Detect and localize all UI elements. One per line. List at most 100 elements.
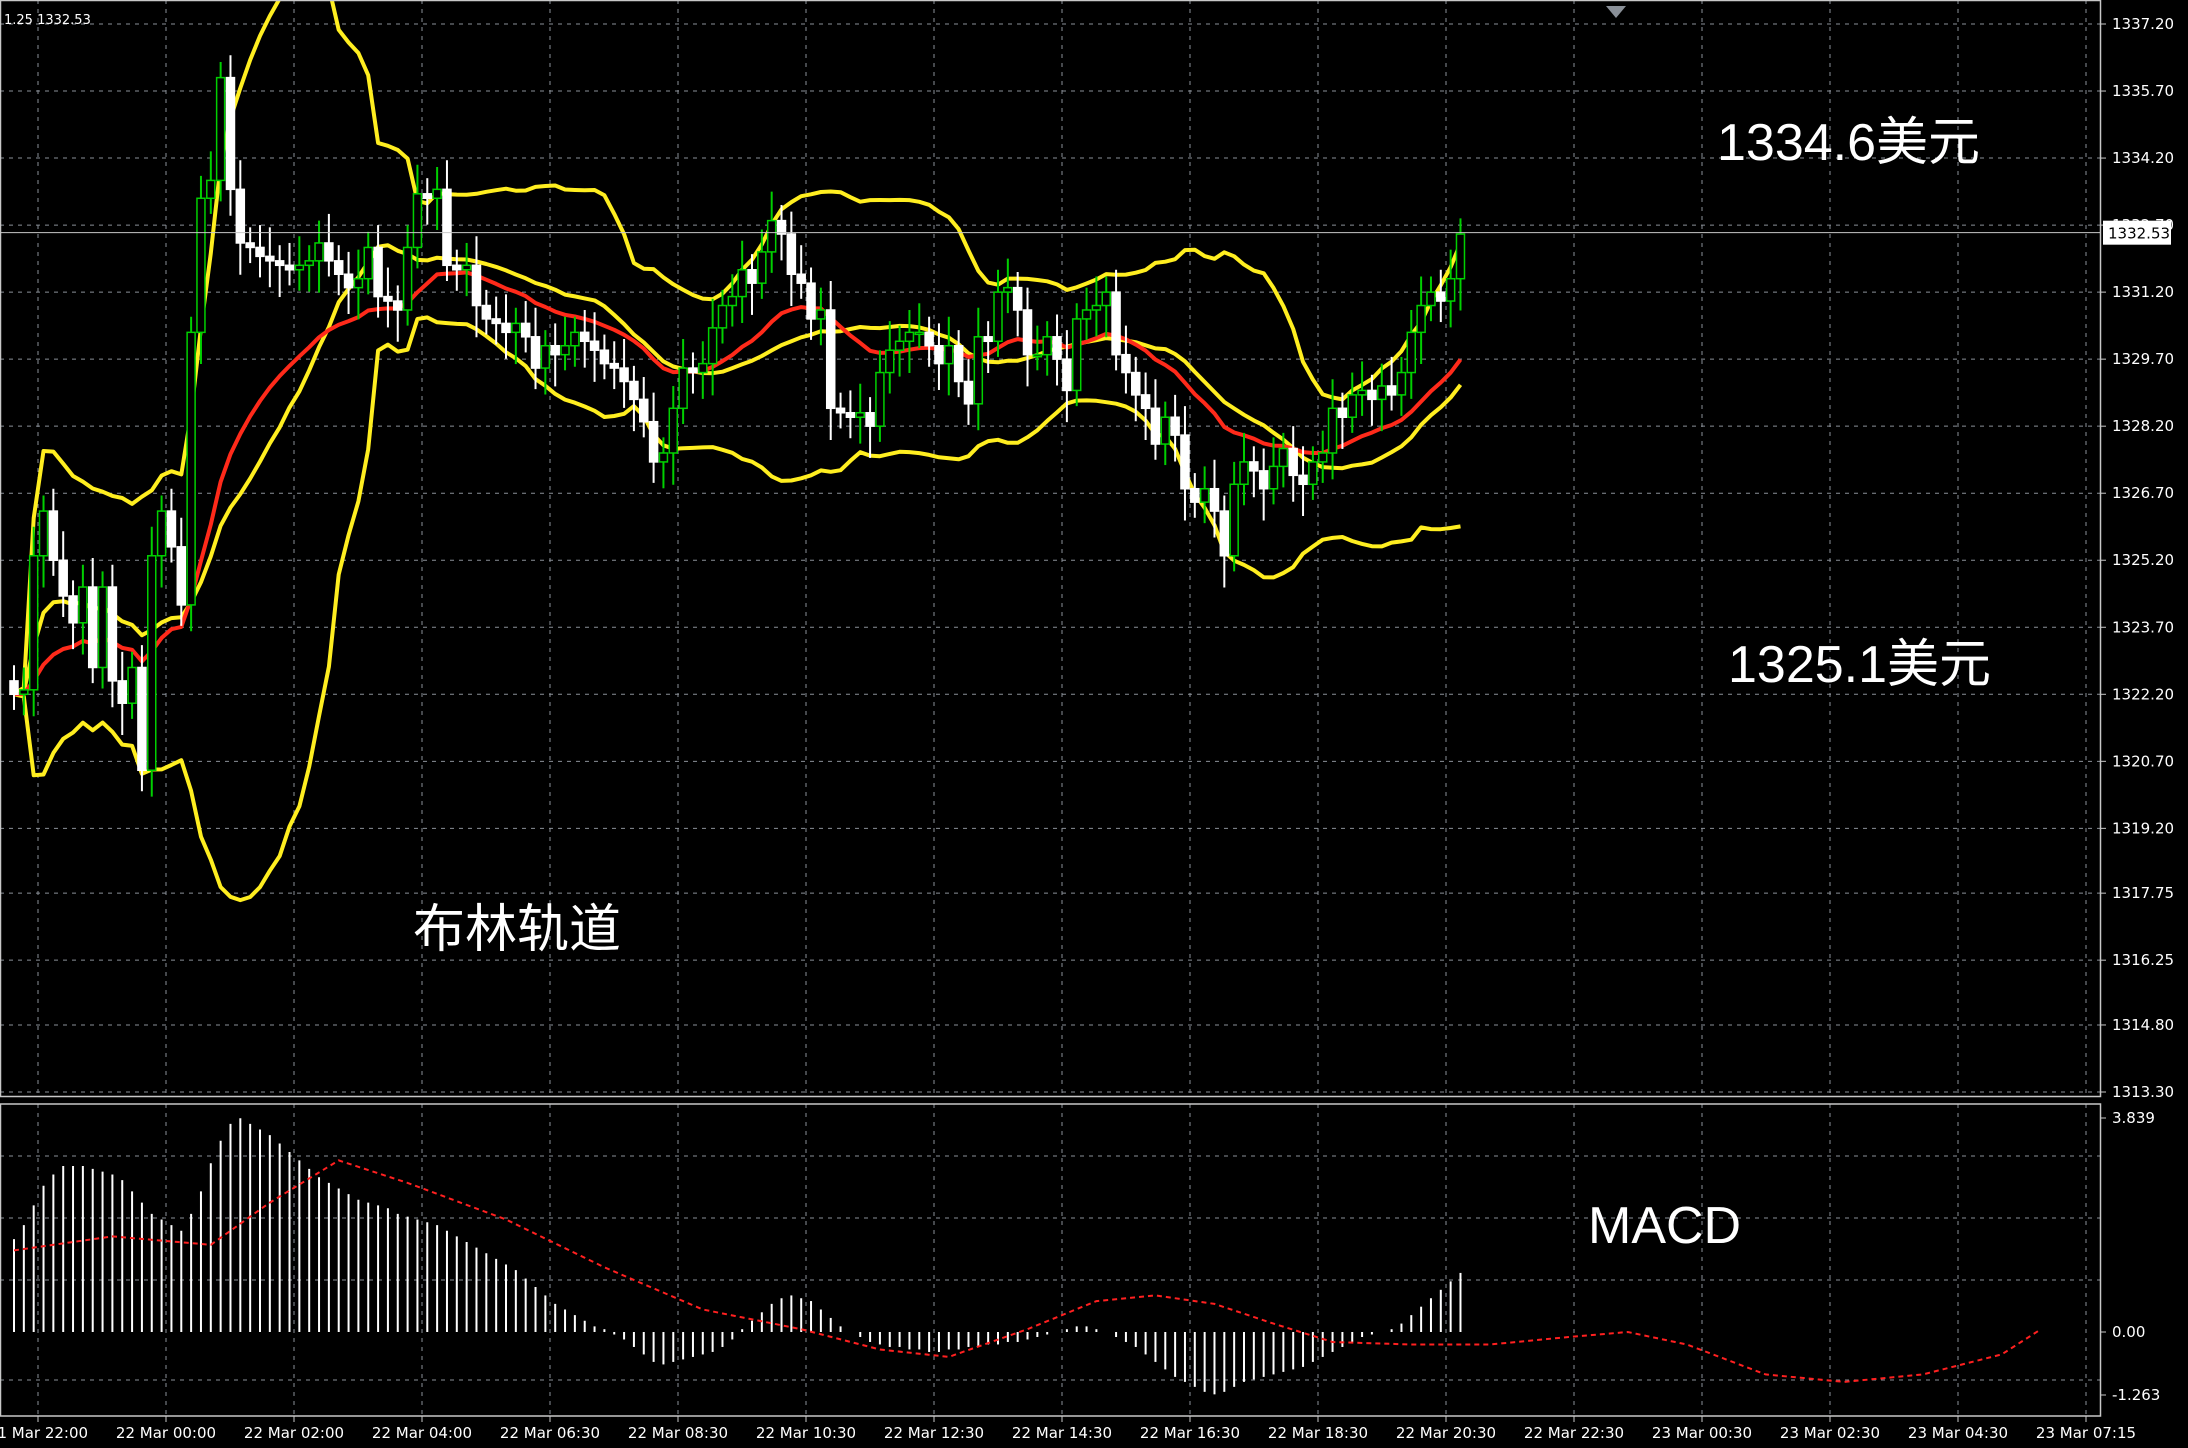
candle-body — [324, 242, 334, 262]
candle-body — [442, 188, 452, 267]
candle-body — [1347, 394, 1357, 418]
candle-body — [1436, 291, 1446, 302]
y-tick-label: 1335.70 — [2112, 82, 2174, 100]
candle — [314, 220, 324, 293]
candle-body — [658, 452, 669, 463]
candle — [186, 316, 196, 632]
candle-body — [609, 362, 619, 369]
candle-body — [412, 193, 423, 249]
candle-body — [648, 420, 659, 463]
macd-y-tick-label: 0.00 — [2112, 1323, 2145, 1341]
candle-body — [1337, 407, 1348, 418]
candle-body — [1022, 309, 1033, 356]
candle-body — [885, 349, 895, 374]
y-tick-label: 1334.20 — [2112, 149, 2174, 167]
candle — [648, 392, 659, 483]
candle-body — [1121, 353, 1131, 374]
candle — [845, 390, 856, 439]
candle-body — [786, 233, 797, 275]
candle-body — [904, 331, 915, 343]
candle — [885, 321, 895, 394]
candle — [471, 236, 482, 338]
candle — [599, 334, 610, 380]
candle-body — [393, 300, 403, 311]
candle-body — [835, 407, 846, 414]
candle-body — [1012, 286, 1023, 311]
candle — [944, 316, 954, 396]
candle — [353, 249, 364, 320]
candle-body — [225, 76, 236, 191]
candle-body — [707, 327, 718, 365]
candle — [520, 301, 531, 353]
candle — [1288, 426, 1298, 502]
candle-body — [1396, 371, 1407, 396]
x-tick-label: 22 Mar 20:30 — [1396, 1424, 1496, 1442]
candle-body — [1032, 353, 1043, 358]
candle-body — [1317, 452, 1328, 463]
shift-marker-icon[interactable] — [1606, 6, 1626, 18]
candle-body — [747, 269, 757, 284]
candle-body — [855, 412, 865, 418]
candle — [1081, 287, 1092, 340]
x-tick-label: 22 Mar 10:30 — [756, 1424, 856, 1442]
candle-body — [1071, 318, 1082, 392]
candle — [1317, 430, 1328, 483]
trading-chart[interactable]: 1337.201335.701334.201332.701331.201329.… — [0, 0, 2188, 1448]
candle — [560, 316, 570, 371]
candle-body — [1416, 304, 1426, 334]
candle-body — [383, 295, 393, 302]
candle — [333, 245, 344, 296]
candle — [619, 339, 629, 408]
x-tick-label: 22 Mar 22:30 — [1524, 1424, 1624, 1442]
candle — [639, 377, 649, 438]
candle-body — [156, 510, 167, 557]
candle — [717, 289, 728, 344]
candle-body — [1042, 336, 1052, 356]
candle-body — [1426, 291, 1436, 307]
y-tick-label: 1323.70 — [2112, 618, 2174, 636]
candle — [235, 160, 246, 275]
candle-body — [28, 555, 39, 691]
candle-body — [68, 595, 78, 624]
x-tick-label: 22 Mar 16:30 — [1140, 1424, 1240, 1442]
candle-body — [176, 546, 187, 606]
candle-body — [127, 666, 137, 704]
candle-body — [1278, 447, 1289, 468]
candle — [304, 245, 314, 292]
candle-body — [1209, 487, 1220, 512]
candle-body — [1091, 304, 1102, 311]
candle-body — [845, 412, 856, 418]
candle-body — [1062, 358, 1072, 392]
candle-body — [737, 269, 747, 298]
candle-body — [422, 193, 433, 200]
candle-body — [934, 344, 944, 365]
candle-body — [235, 188, 246, 244]
candle-body — [540, 344, 551, 369]
candle-body — [58, 559, 68, 597]
candle — [1052, 314, 1062, 386]
candle-body — [1081, 309, 1092, 320]
candle — [1406, 309, 1417, 399]
candle — [1032, 325, 1043, 371]
candle — [1071, 303, 1082, 407]
candle — [796, 245, 806, 299]
annotation-low: 1325.1美元 — [1728, 636, 1991, 694]
candle-body — [245, 242, 255, 249]
candle-body — [481, 304, 492, 320]
candle-body — [471, 264, 482, 307]
candle — [1190, 473, 1200, 518]
candle — [432, 166, 442, 231]
candle-body — [589, 340, 600, 351]
candle-body — [796, 273, 806, 284]
candle-body — [993, 291, 1003, 343]
candle — [1042, 321, 1052, 376]
y-tick-label: 1326.70 — [2112, 484, 2174, 502]
candle-body — [363, 246, 373, 280]
candle — [402, 225, 413, 326]
candle-body — [1308, 461, 1318, 486]
candle — [1426, 276, 1436, 322]
annotation-macd: MACD — [1588, 1197, 1741, 1255]
candle-body — [1406, 331, 1417, 374]
candle-body — [333, 260, 344, 275]
candle-body — [1249, 461, 1259, 472]
